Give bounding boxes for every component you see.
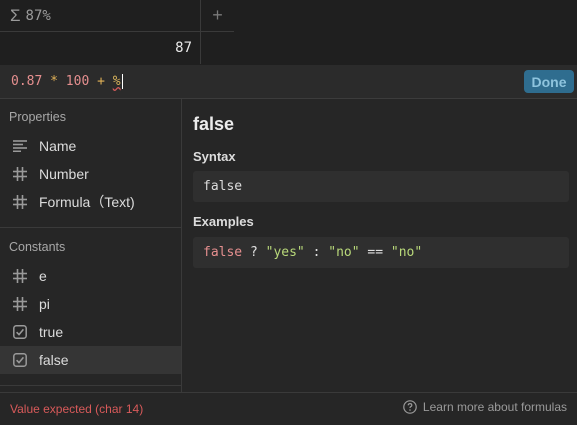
learn-more-label: Learn more about formulas [422, 400, 567, 414]
example-operator: : [304, 245, 329, 260]
hash-icon [12, 166, 28, 182]
text-caret [121, 74, 123, 89]
sidebar-item-label: Number [39, 166, 89, 182]
add-column-button[interactable]: + [201, 0, 234, 32]
syntax-code-block: false [193, 171, 569, 202]
hash-icon [12, 194, 28, 210]
plus-icon: + [212, 5, 223, 25]
column-header[interactable]: Σ 87% [0, 0, 201, 32]
formula-input[interactable]: 0.87 * 100 + % [11, 74, 123, 89]
sidebar-item-false[interactable]: false [0, 346, 181, 374]
sidebar: Properties Name Number Formula（Text) Con… [0, 99, 182, 392]
formula-number: 0.87 [11, 74, 43, 89]
example-operator: == [359, 245, 391, 260]
hash-icon [12, 296, 28, 312]
formula-operator: + [97, 74, 105, 89]
checkbox-icon [12, 352, 28, 368]
cell-value: 87 [175, 40, 192, 56]
section-divider [0, 385, 181, 386]
table-area: Σ 87% + 87 [0, 0, 577, 65]
sidebar-item-label: false [39, 352, 69, 368]
syntax-code: false [203, 179, 243, 194]
sidebar-item-label: Name [39, 138, 77, 154]
error-message: Value expected (char 14) [10, 402, 144, 416]
detail-panel: false Syntax false Examples false ? "yes… [182, 99, 577, 392]
sidebar-item-label: Formula（Text) [39, 194, 135, 210]
example-operator: ? [242, 245, 266, 260]
example-string: "yes" [265, 245, 305, 260]
column-title: 87% [25, 7, 51, 24]
sidebar-item-e[interactable]: e [0, 262, 181, 290]
checkbox-icon [12, 324, 28, 340]
sidebar-item-number[interactable]: Number [0, 160, 181, 188]
formula-bar[interactable]: 0.87 * 100 + % [0, 65, 577, 99]
properties-section-title: Properties [9, 110, 66, 124]
example-keyword: false [203, 245, 243, 260]
syntax-heading: Syntax [193, 149, 236, 164]
formula-operator: * [50, 74, 58, 89]
formula-error-token: % [112, 74, 121, 89]
learn-more-link[interactable]: Learn more about formulas [403, 400, 567, 414]
example-string: "no" [390, 245, 423, 260]
question-circle-icon [403, 400, 417, 414]
footer: Value expected (char 14) Learn more abou… [0, 392, 577, 425]
hash-icon [12, 268, 28, 284]
sidebar-item-name[interactable]: Name [0, 132, 181, 160]
done-button[interactable]: Done [524, 70, 574, 93]
sidebar-item-formula-text[interactable]: Formula（Text) [0, 188, 181, 216]
formula-number: 100 [65, 74, 90, 89]
section-divider [0, 227, 181, 228]
text-lines-icon [12, 138, 28, 154]
constants-section-title: Constants [9, 240, 66, 254]
sidebar-item-label: true [39, 324, 64, 340]
sidebar-item-label: e [39, 268, 47, 284]
sidebar-item-label: pi [39, 296, 50, 312]
detail-title: false [193, 114, 235, 134]
examples-heading: Examples [193, 214, 254, 229]
example-code-block: false ? "yes" : "no" == "no" [193, 237, 569, 268]
sidebar-item-true[interactable]: true [0, 318, 181, 346]
table-cell[interactable]: 87 [0, 32, 201, 64]
example-string: "no" [328, 245, 360, 260]
sigma-icon: Σ [10, 5, 21, 25]
sidebar-item-pi[interactable]: pi [0, 290, 181, 318]
